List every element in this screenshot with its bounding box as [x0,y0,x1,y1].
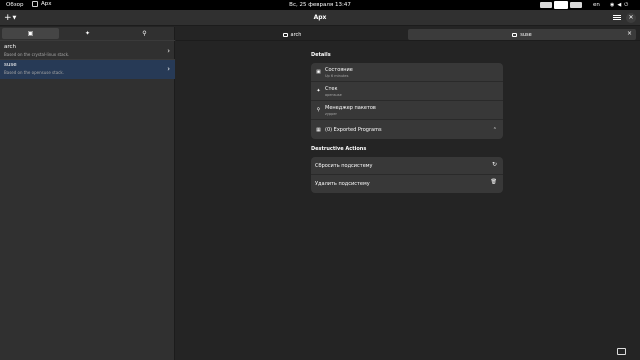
tray-indicator-icon[interactable] [570,2,582,8]
volume-icon: ◀ [617,2,622,8]
sidebar-item-subtitle: Based on the opensuse stack. [4,70,64,75]
tab-label: arch [290,31,302,38]
sidebar-item-title: arch [4,44,17,50]
main-menu-button[interactable] [613,14,621,22]
terminal-icon [512,32,518,37]
package-manager-row: ⚲ Менеджер пакетов zypper [311,101,503,120]
delete-subsystem-row[interactable]: Удалить подсистему 🗑 [311,175,503,193]
destructive-actions-heading: Destructive Actions [311,146,367,152]
plus-icon: + [4,13,12,23]
row-subtitle: zypper [325,111,337,116]
row-title: (0) Exported Programs [325,126,382,133]
window-overview-icon[interactable] [617,348,626,355]
chevron-down-icon: ▼ [12,15,17,21]
activities-button[interactable]: Обзор [6,2,24,8]
reset-icon[interactable]: ↻ [492,161,497,168]
tab-stacks[interactable]: ✦ [59,28,116,39]
system-top-bar: Обзор Apx Вс, 25 февраля 13:47 en ◉ ◀ ⏻ [0,0,640,10]
sidebar-item-subtitle: Based on the crystal-linux stack. [4,52,70,57]
status-row: ▣ Состояние Up 6 minutes [311,63,503,82]
tray-indicator-icon[interactable] [554,1,568,9]
row-title: Удалить подсистему [315,181,370,187]
app-header-bar: + ▼ Apx ✕ [0,10,640,26]
tab-label: suse [520,31,532,38]
close-window-button[interactable]: ✕ [626,13,636,23]
sidebar-view-switcher: ▣ ✦ ⚲ [2,28,173,39]
chevron-right-icon: › [167,65,170,73]
sidebar-item-suse[interactable]: suse Based on the opensuse stack. › [0,60,175,79]
puzzle-icon: ✦ [316,88,321,94]
add-subsystem-button[interactable]: + ▼ [4,13,18,23]
tab-package-managers[interactable]: ⚲ [116,28,173,39]
tab-suse[interactable]: suse × [408,29,636,40]
chevron-up-icon: ⌃ [492,127,497,133]
reset-subsystem-row[interactable]: Сбросить подсистему ↻ [311,157,503,175]
destructive-actions-card: Сбросить подсистему ↻ Удалить подсистему… [311,157,503,193]
row-title: Менеджер пакетов [325,104,376,111]
chevron-right-icon: › [167,47,170,55]
divider [0,40,175,41]
package-icon: ⚲ [142,30,147,37]
hamburger-icon [613,15,621,20]
app-menu-button[interactable]: Apx [32,1,52,7]
stack-row: ✦ Стек opensuse [311,82,503,101]
tray-indicator-icon[interactable] [540,2,552,8]
container-icon: ▣ [27,30,34,37]
exported-programs-expander[interactable]: ▦ (0) Exported Programs ⌃ [311,120,503,139]
terminal-icon [282,32,288,37]
power-icon: ⏻ [624,2,629,8]
details-card: ▣ Состояние Up 6 minutes ✦ Стек opensuse… [311,63,503,139]
tab-arch[interactable]: arch [180,29,404,40]
apps-grid-icon: ▦ [316,126,321,133]
row-subtitle: opensuse [325,92,342,97]
container-icon: ▣ [316,69,321,75]
sidebar: ▣ ✦ ⚲ arch Based on the crystal-linux st… [0,27,175,360]
row-title: Стек [325,85,338,92]
wifi-icon: ◉ [610,2,615,8]
row-title: Сбросить подсистему [315,162,373,169]
row-subtitle: Up 6 minutes [325,73,349,78]
window-title: Apx [313,14,327,21]
keyboard-layout-indicator[interactable]: en [593,2,600,8]
app-icon [32,1,38,7]
details-heading: Details [311,52,331,58]
trash-icon[interactable]: 🗑 [491,179,497,185]
row-title: Состояние [325,66,353,73]
tab-bar: arch suse × [176,27,640,41]
close-tab-icon[interactable]: × [627,30,632,37]
package-icon: ⚲ [316,107,321,113]
system-status-area[interactable]: ◉ ◀ ⏻ [610,2,628,8]
sidebar-item-title: suse [4,62,17,68]
close-icon: ✕ [628,14,634,21]
subsystem-details-page: Details ▣ Состояние Up 6 minutes ✦ Стек … [176,42,640,360]
app-menu-label: Apx [41,1,52,7]
tab-subsystems[interactable]: ▣ [2,28,59,39]
puzzle-icon: ✦ [84,30,91,37]
